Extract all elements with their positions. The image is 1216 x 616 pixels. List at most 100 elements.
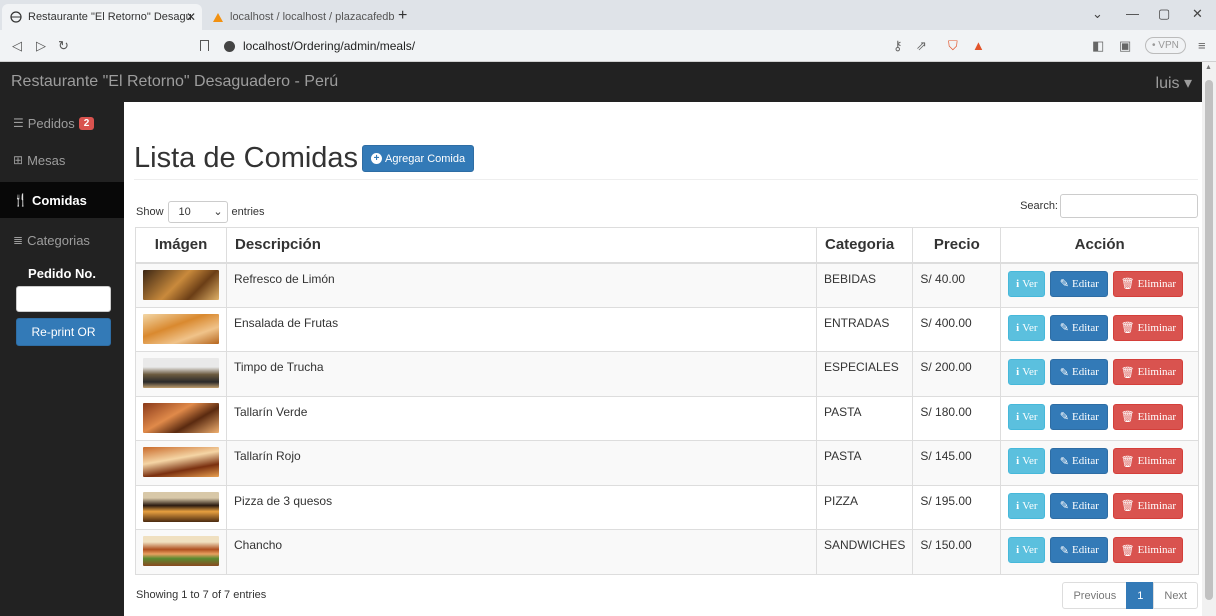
tab-search-icon[interactable]: ⌄ — [1092, 6, 1103, 22]
tab-strip: Restaurante "El Retorno" Desagu ✕ localh… — [0, 0, 1216, 30]
key-icon[interactable]: ⚷ — [893, 38, 903, 54]
view-button[interactable]: i Ver — [1008, 314, 1046, 341]
image-cell — [135, 484, 227, 530]
reprint-button[interactable]: Re-print OR — [16, 318, 111, 346]
forward-icon[interactable]: ▷ — [36, 38, 46, 54]
pedido-no-input[interactable] — [16, 286, 111, 312]
delete-button[interactable]: 🗑 Eliminar — [1113, 359, 1184, 385]
view-label: Ver — [1022, 455, 1038, 467]
table-row: Tallarín Rojo PASTA S/ 145.00 i Ver ✎ Editar 🗑 E… — [135, 440, 1199, 486]
site-info-icon[interactable] — [224, 40, 235, 52]
window-close-button[interactable]: ✕ — [1192, 6, 1203, 22]
pencil-icon: ✎ — [1059, 500, 1069, 512]
description-cell: Tallarín Verde — [226, 395, 817, 441]
delete-label: Eliminar — [1137, 499, 1177, 512]
url-field[interactable]: localhost/Ordering/admin/meals/ — [212, 36, 415, 56]
image-cell — [135, 395, 227, 441]
trash-icon: 🗑 — [1120, 322, 1135, 334]
sidebar-item-categorias[interactable]: ≣ Categorias — [0, 222, 124, 258]
delete-button[interactable]: 🗑 Eliminar — [1113, 537, 1184, 563]
column-header-accion[interactable]: Acción — [1000, 227, 1199, 264]
trash-icon: 🗑 — [1120, 278, 1135, 290]
maximize-button[interactable]: ▢ — [1158, 6, 1170, 22]
show-label: Show — [136, 206, 164, 218]
delete-button[interactable]: 🗑 Eliminar — [1113, 492, 1184, 519]
page-title: Lista de Comidas — [134, 142, 359, 174]
browser-tab-title: Restaurante "El Retorno" Desagu — [28, 11, 192, 23]
chevron-down-icon: ⌄ — [213, 206, 223, 218]
bookmark-icon[interactable] — [200, 40, 209, 51]
sidebar-item-pedidos[interactable]: ☰ Pedidos 2 — [0, 105, 124, 141]
view-button[interactable]: i Ver — [1008, 448, 1046, 474]
table-row: Ensalada de Frutas ENTRADAS S/ 400.00 i Ver ✎… — [135, 306, 1199, 352]
new-tab-button[interactable]: + — [398, 7, 407, 25]
scroll-up-icon[interactable]: ▲ — [1205, 64, 1212, 71]
pencil-icon: ✎ — [1059, 322, 1069, 334]
vpn-button[interactable]: • VPN — [1145, 37, 1186, 54]
page-scrollbar[interactable]: ▲ — [1202, 62, 1216, 616]
scrollbar-thumb[interactable] — [1205, 80, 1213, 600]
actions-cell: i Ver ✎ Editar 🗑 Eliminar — [1000, 351, 1199, 397]
browser-tab[interactable]: localhost / localhost / plazacafedb / t: — [204, 4, 394, 30]
next-page-button[interactable]: Next — [1153, 582, 1198, 609]
share-icon[interactable]: ⇗ — [916, 38, 927, 54]
brave-rewards-icon[interactable]: ▲ — [972, 38, 985, 53]
column-header-imagen[interactable]: Imágen — [135, 227, 227, 264]
column-header-precio[interactable]: Precio — [912, 227, 1002, 264]
delete-label: Eliminar — [1137, 321, 1177, 334]
search-input[interactable] — [1060, 194, 1198, 218]
previous-page-button[interactable]: Previous — [1062, 582, 1128, 609]
entries-select[interactable]: 10 ⌄ — [167, 201, 228, 223]
user-menu[interactable]: luis ▾ — [1156, 73, 1192, 93]
view-button[interactable]: i Ver — [1008, 537, 1046, 563]
edit-button[interactable]: ✎ Editar — [1050, 270, 1109, 297]
table-body: Refresco de Limón BEBIDAS S/ 40.00 i Ver ✎ Edi… — [135, 262, 1199, 575]
sidebar-item-label: Comidas — [31, 192, 87, 208]
delete-button[interactable]: 🗑 Eliminar — [1113, 448, 1184, 474]
info-icon: i — [1016, 277, 1020, 290]
pencil-icon: ✎ — [1059, 278, 1069, 290]
sidebar: ☰ Pedidos 2 ⊞ Mesas 🍴 Comidas ≣ Categori… — [0, 102, 124, 616]
view-button[interactable]: i Ver — [1008, 403, 1046, 430]
description-cell: Pizza de 3 quesos — [226, 484, 817, 530]
sidebar-item-comidas[interactable]: 🍴 Comidas — [0, 182, 124, 218]
page-1-button[interactable]: 1 — [1126, 582, 1155, 609]
reload-icon[interactable]: ↻ — [58, 38, 69, 54]
add-meal-label: Agregar Comida — [385, 152, 466, 165]
brand-title[interactable]: Restaurante "El Retorno" Desaguadero - P… — [11, 73, 338, 91]
list-icon: ☰ — [13, 116, 24, 130]
minimize-button[interactable]: — — [1126, 6, 1139, 21]
info-icon: i — [1016, 366, 1020, 378]
meal-photo — [143, 447, 219, 477]
edit-button[interactable]: ✎ Editar — [1050, 359, 1109, 385]
delete-button[interactable]: 🗑 Eliminar — [1113, 270, 1184, 297]
column-header-categoria[interactable]: Categoria — [815, 227, 914, 264]
pencil-icon: ✎ — [1059, 455, 1069, 468]
sidebar-item-label: Categorias — [27, 232, 90, 248]
entries-length-control: Show 10 ⌄ entries — [136, 201, 265, 223]
view-button[interactable]: i Ver — [1008, 270, 1046, 297]
back-icon[interactable]: ◁ — [12, 38, 22, 54]
view-button[interactable]: i Ver — [1008, 492, 1046, 519]
close-icon[interactable]: ✕ — [186, 10, 196, 24]
browser-tab-active[interactable]: Restaurante "El Retorno" Desagu ✕ — [2, 4, 202, 30]
app-navbar: Restaurante "El Retorno" Desaguadero - P… — [0, 62, 1216, 102]
pencil-icon: ✎ — [1059, 411, 1069, 423]
brave-shield-icon[interactable]: ⛉ — [948, 38, 958, 54]
edit-button[interactable]: ✎ Editar — [1050, 492, 1109, 519]
edit-button[interactable]: ✎ Editar — [1050, 314, 1109, 341]
address-bar: ◁ ▷ ↻ localhost/Ordering/admin/meals/ ⚷ … — [0, 30, 1216, 62]
image-cell — [135, 529, 227, 575]
wallet-icon[interactable]: ▣ — [1119, 38, 1131, 54]
delete-button[interactable]: 🗑 Eliminar — [1113, 314, 1184, 341]
sidebar-item-mesas[interactable]: ⊞ Mesas — [0, 142, 124, 178]
edit-button[interactable]: ✎ Editar — [1050, 448, 1109, 474]
sidebar-toggle-icon[interactable]: ◧ — [1092, 38, 1104, 54]
add-meal-button[interactable]: + Agregar Comida — [362, 145, 475, 172]
edit-button[interactable]: ✎ Editar — [1050, 403, 1109, 430]
column-header-descripcion[interactable]: Descripción — [226, 227, 817, 264]
edit-button[interactable]: ✎ Editar — [1050, 537, 1109, 563]
menu-icon[interactable]: ≡ — [1198, 38, 1206, 53]
delete-button[interactable]: 🗑 Eliminar — [1113, 403, 1184, 430]
view-button[interactable]: i Ver — [1008, 359, 1046, 385]
